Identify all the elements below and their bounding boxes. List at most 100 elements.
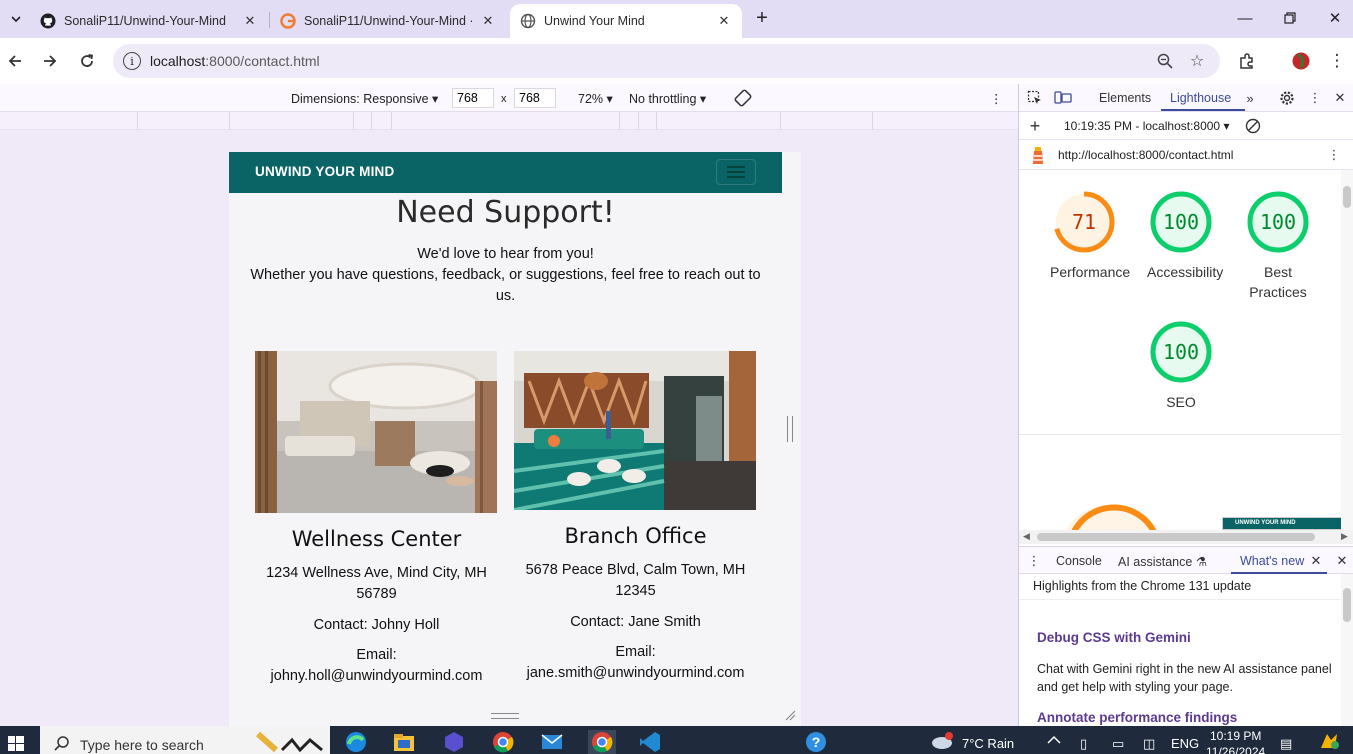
- close-drawer-tab-icon[interactable]: ✕: [1307, 552, 1325, 570]
- emulated-viewport: Dimensions: Responsive ▾ x 72% ▾ No thro…: [0, 84, 1018, 726]
- vscode-icon[interactable]: [636, 730, 664, 754]
- scrollbar-thumb[interactable]: [1343, 186, 1351, 208]
- report-select[interactable]: 10:19:35 PM - localhost:8000 ▾: [1064, 119, 1229, 133]
- intro-text: We'd love to hear from you! Whether you …: [249, 244, 762, 307]
- devtools-menu-icon[interactable]: ⋮: [1306, 89, 1324, 107]
- drawer-tabbar: ⋮ Console AI assistance ⚗ What's new ✕ ✕: [1019, 546, 1353, 574]
- close-devtools-icon[interactable]: ✕: [1331, 89, 1349, 107]
- back-button[interactable]: [3, 49, 27, 73]
- device-width-input[interactable]: [452, 88, 494, 108]
- close-tab-icon[interactable]: ✕: [242, 13, 258, 29]
- tab-title: SonaliP11/Unwind-Your-Mind ·: [304, 14, 472, 28]
- clock-date[interactable]: 11/26/2024: [1206, 745, 1265, 754]
- device-toggle-icon[interactable]: [1054, 89, 1072, 107]
- extensions-icon[interactable]: [1235, 49, 1259, 73]
- chevron-up-icon[interactable]: [1047, 733, 1061, 748]
- new-report-icon[interactable]: +: [1026, 116, 1044, 136]
- chrome-icon[interactable]: [489, 730, 517, 754]
- site-brand[interactable]: UNWIND YOUR MIND: [255, 164, 394, 179]
- language-indicator[interactable]: ENG: [1171, 736, 1199, 751]
- weather-text[interactable]: 7°C Rain: [962, 736, 1014, 751]
- drawer-tab-whats-new[interactable]: What's new: [1240, 554, 1304, 568]
- gauge-performance[interactable]: 71 Performance: [1050, 188, 1130, 282]
- app-icon[interactable]: [440, 730, 468, 754]
- card-email-label: Email:: [356, 647, 397, 663]
- clear-reports-icon[interactable]: [1244, 117, 1262, 135]
- profile-avatar[interactable]: [1289, 49, 1313, 73]
- windows-start-icon[interactable]: [6, 732, 36, 754]
- tray-icon[interactable]: ▯: [1080, 736, 1087, 752]
- gauge-label: Accessibility: [1147, 264, 1224, 280]
- scroll-right-icon[interactable]: ▶: [1341, 531, 1348, 542]
- clock-time[interactable]: 10:19 PM: [1210, 729, 1261, 743]
- chrome-active-icon[interactable]: [588, 730, 616, 754]
- feature-heading[interactable]: Debug CSS with Gemini: [1037, 630, 1191, 645]
- report-url[interactable]: http://localhost:8000/contact.html: [1058, 148, 1233, 162]
- viewport-resize-corner-icon[interactable]: [784, 709, 796, 721]
- tab-lighthouse[interactable]: Lighthouse: [1170, 91, 1231, 105]
- taskbar-search[interactable]: Type here to search: [40, 726, 330, 754]
- card-email[interactable]: johny.holl@unwindyourmind.com: [255, 666, 498, 687]
- close-tab-icon[interactable]: ✕: [480, 13, 496, 29]
- navbar-toggler[interactable]: [716, 159, 756, 185]
- more-tabs-icon[interactable]: »: [1241, 89, 1259, 107]
- gauge-accessibility[interactable]: 100 Accessibility: [1147, 188, 1224, 282]
- drawer-scrollbar[interactable]: [1341, 574, 1353, 726]
- mail-icon[interactable]: [538, 730, 566, 754]
- inspect-element-icon[interactable]: [1026, 89, 1044, 107]
- scrollbar-thumb[interactable]: [1343, 588, 1351, 622]
- browser-tab-active[interactable]: Unwind Your Mind ✕: [510, 4, 742, 38]
- forward-button[interactable]: [38, 49, 62, 73]
- viewport-resize-handle-bottom[interactable]: [491, 713, 519, 719]
- gauge-best-practices[interactable]: 100 Best Practices: [1244, 188, 1312, 302]
- tab-elements[interactable]: Elements: [1099, 91, 1151, 105]
- minimize-button[interactable]: —: [1225, 6, 1265, 30]
- viewport-resize-handle-right[interactable]: [787, 416, 793, 442]
- browser-menu-icon[interactable]: ⋮: [1325, 49, 1349, 73]
- close-drawer-icon[interactable]: ✕: [1333, 552, 1351, 570]
- scroll-left-icon[interactable]: ◀: [1023, 531, 1030, 542]
- network-icon[interactable]: ◫: [1143, 736, 1155, 752]
- address-bar[interactable]: i localhost:8000/contact.html ☆: [113, 44, 1220, 78]
- device-height-input[interactable]: [514, 88, 556, 108]
- copilot-icon[interactable]: [1318, 730, 1340, 754]
- report-menu-icon[interactable]: ⋮: [1325, 146, 1343, 164]
- bookmark-star-icon[interactable]: ☆: [1186, 50, 1208, 72]
- card-email[interactable]: jane.smith@unwindyourmind.com: [514, 663, 757, 684]
- restore-button[interactable]: [1270, 6, 1310, 30]
- rotate-icon[interactable]: [733, 88, 753, 111]
- tab-search-button[interactable]: [4, 7, 28, 31]
- gauge-seo[interactable]: 100 SEO: [1147, 318, 1215, 412]
- close-window-button[interactable]: ✕: [1315, 6, 1353, 30]
- drawer-menu-icon[interactable]: ⋮: [1025, 552, 1043, 570]
- edge-icon[interactable]: [342, 730, 370, 754]
- scrollbar-thumb[interactable]: [1037, 533, 1315, 541]
- help-icon[interactable]: ?: [802, 730, 830, 754]
- file-explorer-icon[interactable]: [390, 730, 418, 754]
- drawer-tab-ai-assistance[interactable]: AI assistance ⚗: [1118, 554, 1207, 569]
- browser-tab-1[interactable]: SonaliP11/Unwind-Your-Mind ✕: [30, 4, 268, 38]
- lighthouse-vertical-scrollbar[interactable]: [1341, 170, 1353, 530]
- weather-rain-icon[interactable]: [928, 730, 956, 754]
- close-tab-icon[interactable]: ✕: [716, 13, 732, 29]
- location-card-branch: Branch Office 5678 Peace Blvd, Calm Town…: [514, 351, 757, 684]
- gauge-ring: 100: [1150, 191, 1212, 253]
- device-options-icon[interactable]: ⋮: [990, 91, 1003, 106]
- lighthouse-toolbar: + 10:19:35 PM - localhost:8000 ▾: [1019, 112, 1353, 140]
- dimensions-select[interactable]: Dimensions: Responsive ▾: [291, 91, 438, 106]
- browser-tab-2[interactable]: SonaliP11/Unwind-Your-Mind · ✕: [270, 4, 506, 38]
- notification-icon[interactable]: ▤: [1280, 736, 1292, 752]
- site-info-icon[interactable]: i: [123, 52, 141, 70]
- battery-icon[interactable]: ▭: [1112, 736, 1124, 752]
- card-email-label: Email:: [615, 644, 656, 660]
- throttling-select[interactable]: No throttling ▾: [629, 91, 706, 106]
- lighthouse-horizontal-scrollbar[interactable]: ◀ ▶: [1019, 530, 1353, 544]
- zoom-select[interactable]: 72% ▾: [578, 91, 613, 106]
- new-tab-button[interactable]: +: [750, 6, 774, 30]
- zoom-icon[interactable]: [1154, 50, 1176, 72]
- drawer-tab-console[interactable]: Console: [1056, 554, 1102, 568]
- reload-icon: [81, 54, 94, 67]
- settings-gear-icon[interactable]: [1278, 89, 1296, 107]
- reload-button[interactable]: [75, 49, 99, 73]
- feature-heading[interactable]: Annotate performance findings: [1037, 710, 1237, 725]
